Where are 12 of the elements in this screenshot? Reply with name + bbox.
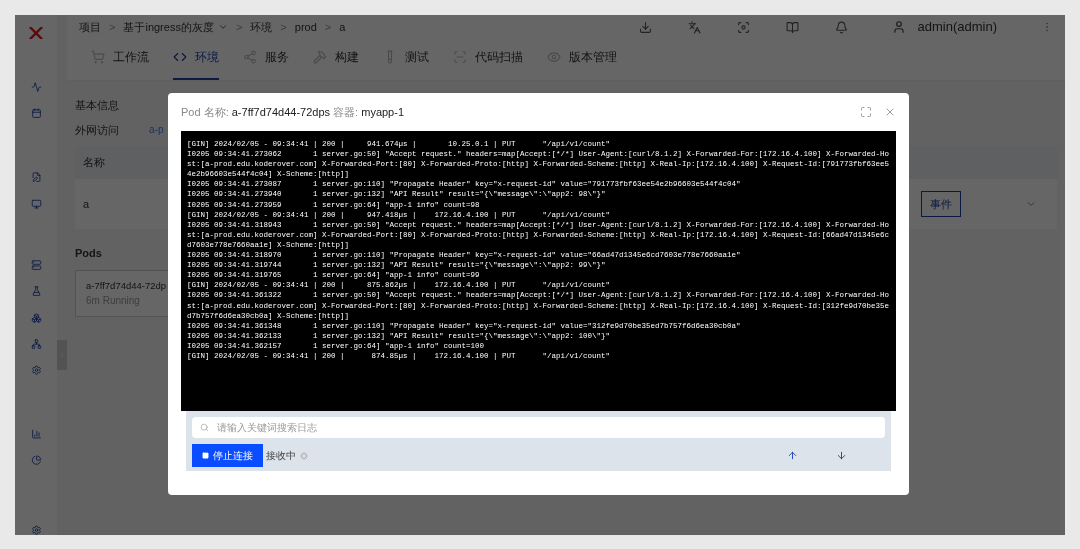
field-label: 外网访问 xyxy=(75,122,120,138)
table-cell-text: a xyxy=(83,196,90,212)
pod-name: a-7ff7d74d44-72dp xyxy=(86,278,167,293)
breadcrumb-separator: > xyxy=(235,19,243,35)
pods-title: Pods xyxy=(75,246,102,261)
dialog-title: Pod 名称: a-7ff7d74d44-72dps 容器: myapp-1 xyxy=(181,104,404,120)
section-title: 基本信息 xyxy=(75,98,119,113)
status-text: 接收中 xyxy=(266,449,296,463)
column-header: 名称 xyxy=(83,156,105,168)
breadcrumb-separator: > xyxy=(280,19,287,35)
breadcrumb-separator: > xyxy=(109,19,116,35)
breadcrumb-separator: > xyxy=(324,19,332,35)
